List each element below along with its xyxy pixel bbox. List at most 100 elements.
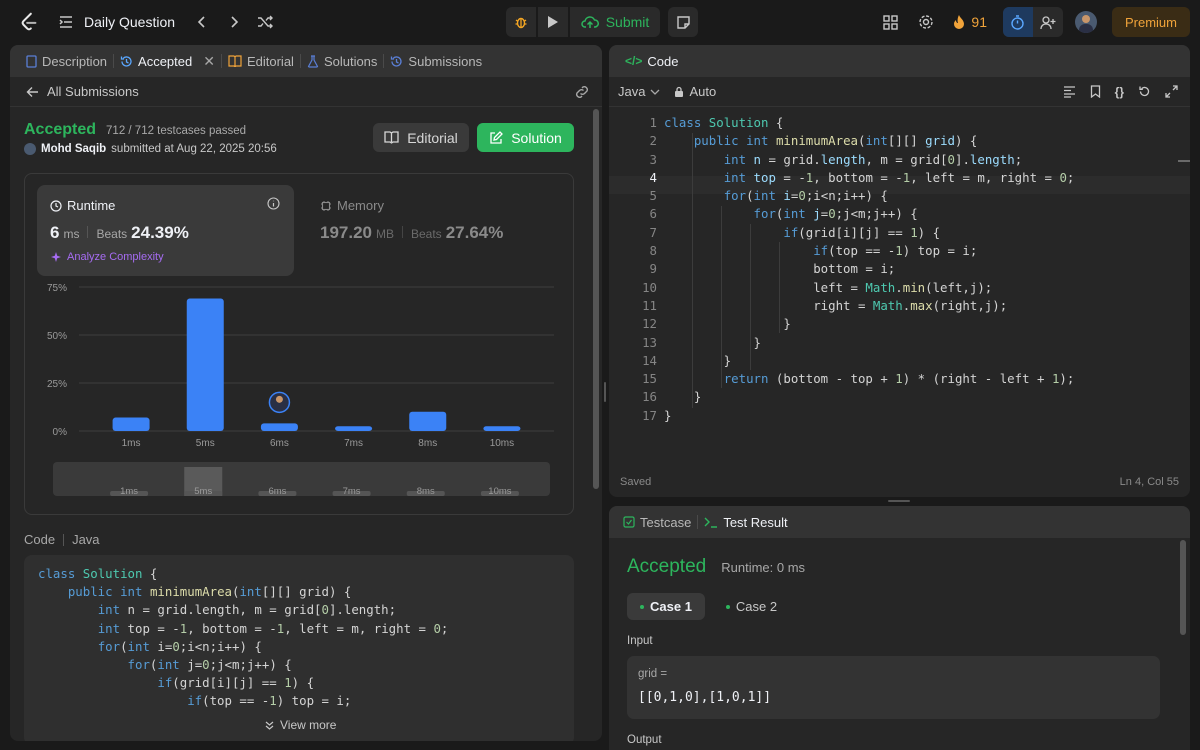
close-tab-icon[interactable]: ✕ <box>203 53 215 70</box>
next-problem-icon[interactable] <box>227 15 241 29</box>
history-icon <box>390 55 403 68</box>
runtime-beats-label: Beats <box>96 227 128 241</box>
case-2-tab[interactable]: Case 2 <box>713 593 790 620</box>
panel-resize-handle[interactable] <box>604 382 606 402</box>
bug-icon <box>513 14 529 30</box>
book-icon <box>384 131 399 144</box>
submission-subheader: All Submissions <box>10 77 602 107</box>
save-status: Saved <box>620 476 652 488</box>
case-1-tab[interactable]: Case 1 <box>627 593 705 620</box>
code-panel: </> Code Java Auto {} 1 2 3 4 5 6 7 8 9 … <box>609 45 1190 497</box>
user-name[interactable]: Mohd Saqib <box>41 143 106 155</box>
premium-button[interactable]: Premium <box>1111 7 1190 37</box>
y-tick-label: 25% <box>47 379 67 390</box>
memory-box[interactable]: Memory 197.20 MB Beats 27.64% <box>307 185 557 276</box>
runtime-beats: 24.39% <box>131 223 189 242</box>
editor-scroll-marker <box>1178 160 1190 162</box>
solution-button[interactable]: Solution <box>477 123 574 152</box>
code-brackets-icon: </> <box>625 54 643 68</box>
tab-test-result[interactable]: Test Result <box>698 506 793 538</box>
timer-icon[interactable] <box>1002 7 1033 37</box>
back-to-submissions[interactable]: All Submissions <box>26 84 139 99</box>
run-button[interactable] <box>538 7 568 37</box>
range-tick-label: 10ms <box>488 486 511 497</box>
tab-editorial[interactable]: Editorial <box>222 45 300 77</box>
format-icon[interactable] <box>1063 85 1076 99</box>
runtime-box[interactable]: Runtime 6 ms Beats 24.39% Analyze Comple… <box>37 185 294 276</box>
result-runtime: Runtime: 0 ms <box>721 560 806 575</box>
add-friend-icon[interactable] <box>1033 7 1063 37</box>
code-label: Code <box>24 532 56 547</box>
code-tab-bar: </> Code <box>609 45 1190 77</box>
tab-testcase[interactable]: Testcase <box>617 506 697 538</box>
editorial-button[interactable]: Editorial <box>373 123 469 152</box>
x-tick-label: 6ms <box>270 438 289 449</box>
submit-button[interactable]: Submit <box>570 7 660 37</box>
tab-code[interactable]: </> Code <box>619 45 684 77</box>
tab-solutions[interactable]: Solutions <box>301 45 383 77</box>
settings-gear-icon[interactable] <box>918 14 934 30</box>
memory-value: 197.20 <box>320 223 372 242</box>
history-icon <box>120 55 133 68</box>
memory-beats-label: Beats <box>411 227 442 241</box>
cloud-upload-icon <box>581 14 599 30</box>
user-marker-face <box>275 395 283 403</box>
x-tick-label: 8ms <box>418 438 437 449</box>
cursor-position: Ln 4, Col 55 <box>1119 476 1179 488</box>
range-tick-label: 7ms <box>343 486 361 497</box>
tab-submissions[interactable]: Submissions <box>384 45 488 77</box>
x-tick-label: 1ms <box>122 438 141 449</box>
braces-icon[interactable]: {} <box>1115 85 1124 99</box>
y-tick-label: 0% <box>53 427 68 438</box>
debug-button[interactable] <box>506 7 536 37</box>
submitted-time: submitted at Aug 22, 2025 20:56 <box>111 143 277 155</box>
bookmark-icon[interactable] <box>1090 85 1101 99</box>
chevron-down-icon <box>650 88 660 96</box>
layout-icon[interactable] <box>883 14 899 30</box>
variable-name: grid = <box>638 668 668 680</box>
reset-icon[interactable] <box>1138 85 1151 99</box>
info-icon[interactable] <box>267 197 280 210</box>
leetcode-logo-icon[interactable] <box>18 11 40 33</box>
left-panel: Description Accepted ✕ Editorial Solutio… <box>10 45 602 741</box>
book-icon <box>228 55 242 67</box>
fullscreen-icon[interactable] <box>1165 85 1178 99</box>
memory-unit: MB <box>376 227 394 241</box>
x-tick-label: 7ms <box>344 438 363 449</box>
sparkle-icon <box>50 251 62 263</box>
chart-bar <box>186 298 224 431</box>
prev-problem-icon[interactable] <box>195 15 209 29</box>
tab-accepted[interactable]: Accepted ✕ <box>114 45 221 77</box>
chart-bar <box>335 426 373 431</box>
input-box[interactable]: grid = [[0,1,0],[1,0,1]] <box>627 656 1160 719</box>
avatar[interactable] <box>1074 11 1097 33</box>
code-editor[interactable]: class Solution { public int minimumArea(… <box>664 114 1074 425</box>
view-more-button[interactable]: View more <box>264 718 336 732</box>
link-icon[interactable] <box>574 85 590 99</box>
problem-list-title[interactable]: Daily Question <box>84 14 175 30</box>
submission-status: Accepted <box>24 121 97 138</box>
runtime-distribution-chart: 75% 50% 25% 0% 1ms 5ms 6ms 7ms 8ms 10ms 1ms 5ms 6ms 7… <box>47 283 554 497</box>
horizontal-resize-handle[interactable] <box>888 500 910 502</box>
result-scrollbar[interactable] <box>1180 540 1186 635</box>
chart-bar <box>260 423 298 431</box>
left-scrollbar[interactable] <box>593 109 599 489</box>
streak-count: 91 <box>971 14 987 30</box>
problem-list-icon[interactable] <box>58 14 74 30</box>
runtime-unit: ms <box>63 227 80 241</box>
lock-icon <box>674 86 684 98</box>
notes-button[interactable] <box>668 7 698 37</box>
play-icon <box>547 15 559 29</box>
auto-mode-toggle[interactable]: Auto <box>674 84 716 99</box>
user-avatar[interactable] <box>24 143 36 155</box>
line-numbers: 1 2 3 4 5 6 7 8 9 10 11 12 13 14 15 16 1… <box>642 115 657 423</box>
result-status: Accepted <box>627 556 707 577</box>
testcases-passed: 712 / 712 testcases passed <box>106 125 247 137</box>
chart-bar <box>483 426 521 431</box>
language-select[interactable]: Java <box>618 84 660 99</box>
streak-counter[interactable]: 91 <box>952 14 987 30</box>
tab-description[interactable]: Description <box>20 45 113 77</box>
shuffle-icon[interactable] <box>257 14 274 30</box>
variable-value: [[0,1,0],[1,0,1]] <box>638 690 772 705</box>
analyze-complexity-link[interactable]: Analyze Complexity <box>50 251 164 263</box>
